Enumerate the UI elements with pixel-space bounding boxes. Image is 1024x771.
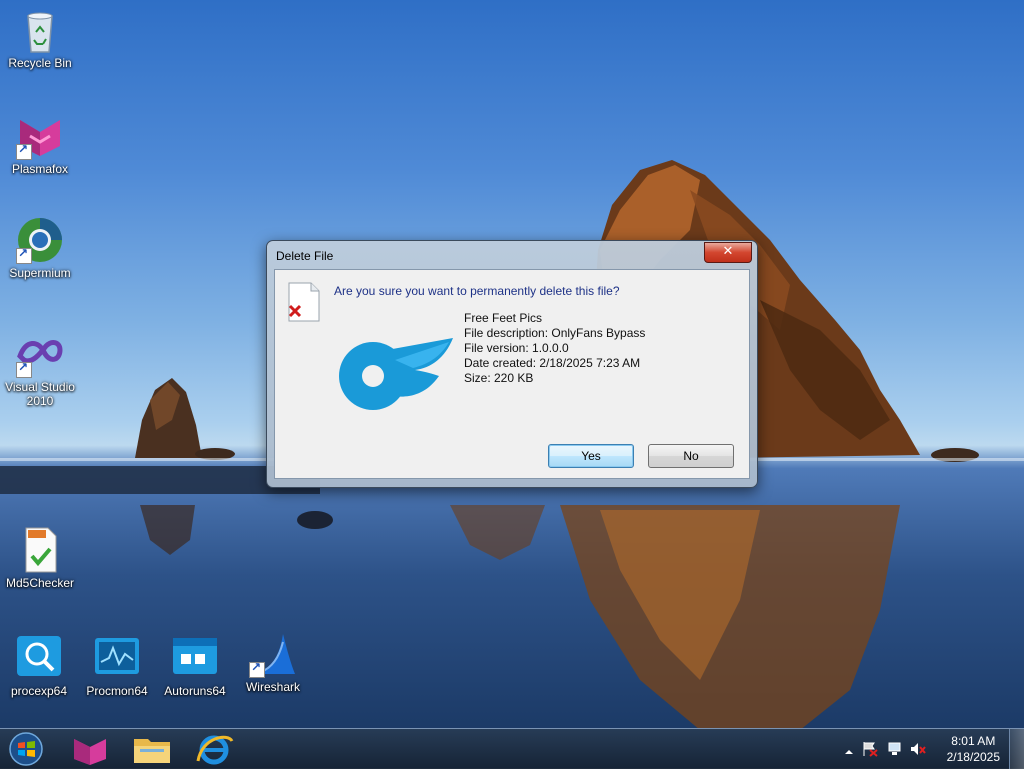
delete-file-dialog: Delete File ✕ Are you sure you want to p… [266, 240, 758, 488]
desktop-icon-visual-studio[interactable]: Visual Studio 2010 [0, 330, 80, 408]
yes-button[interactable]: Yes [548, 444, 634, 468]
file-size: Size: 220 KB [464, 371, 534, 385]
procmon-icon [93, 634, 141, 682]
file-description: File description: OnlyFans Bypass [464, 326, 646, 340]
taskbar: 8:01 AM 2/18/2025 [0, 728, 1024, 769]
shortcut-arrow-icon [16, 246, 32, 264]
taskbar-file-explorer[interactable] [128, 731, 176, 767]
desktop-icon-label: Wireshark [245, 680, 300, 694]
desktop-icon-label: Plasmafox [11, 162, 69, 176]
system-tray: 8:01 AM 2/18/2025 [834, 729, 1024, 769]
file-name: Free Feet Pics [464, 311, 543, 325]
md5checker-icon [16, 526, 64, 574]
show-hidden-icons-button[interactable] [844, 742, 854, 758]
chevron-up-icon [845, 750, 853, 754]
visual-studio-icon [16, 330, 64, 378]
delete-file-icon [287, 282, 321, 322]
dialog-titlebar[interactable]: Delete File ✕ [267, 241, 757, 269]
no-button[interactable]: No [648, 444, 734, 468]
desktop-icon-label: Procmon64 [86, 684, 148, 698]
supermium-icon [16, 216, 64, 264]
action-center-icon[interactable] [862, 741, 878, 757]
desktop-icon-label: Visual Studio 2010 [5, 380, 75, 408]
file-details: Free Feet Pics File description: OnlyFan… [464, 311, 645, 386]
desktop-icon-label: Autoruns64 [164, 684, 226, 698]
plasmafox-icon [16, 112, 64, 160]
desktop-icon-label: Md5Checker [5, 576, 75, 590]
volume-muted-icon[interactable] [910, 741, 926, 757]
file-explorer-icon [134, 739, 170, 763]
shortcut-arrow-icon [16, 360, 32, 378]
desktop-icon-label: procexp64 [10, 684, 68, 698]
desktop-icon-recycle-bin[interactable]: Recycle Bin [0, 6, 80, 70]
close-button[interactable]: ✕ [704, 242, 752, 263]
network-icon[interactable] [886, 741, 902, 757]
shortcut-arrow-icon [249, 660, 265, 678]
taskbar-plasmafox[interactable] [66, 731, 114, 767]
clock[interactable]: 8:01 AM 2/18/2025 [947, 733, 1000, 765]
desktop-icon-procexp64[interactable]: procexp64 [0, 634, 79, 698]
file-date-created: Date created: 2/18/2025 7:23 AM [464, 356, 641, 370]
desktop-icon-md5checker[interactable]: Md5Checker [0, 526, 80, 590]
internet-explorer-icon [196, 735, 234, 765]
confirmation-question: Are you sure you want to permanently del… [334, 284, 620, 298]
show-desktop-button[interactable] [1009, 729, 1024, 769]
desktop-icon-plasmafox[interactable]: Plasmafox [0, 112, 80, 176]
desktop-icon-wireshark[interactable]: Wireshark [233, 630, 313, 694]
start-button[interactable] [6, 731, 46, 767]
start-orb-icon [9, 732, 43, 766]
taskbar-internet-explorer[interactable] [190, 731, 238, 767]
clock-date: 2/18/2025 [946, 750, 1000, 764]
onlyfans-logo-icon [333, 326, 457, 418]
desktop-icon-supermium[interactable]: Supermium [0, 216, 80, 280]
desktop-icon-procmon64[interactable]: Procmon64 [77, 634, 157, 698]
shortcut-arrow-icon [16, 142, 32, 160]
desktop-icon-autoruns64[interactable]: Autoruns64 [155, 634, 235, 698]
desktop-icon-label: Supermium [9, 266, 71, 280]
wireshark-icon [249, 630, 297, 678]
plasmafox-icon [74, 739, 106, 765]
clock-time: 8:01 AM [951, 734, 996, 748]
file-version: File version: 1.0.0.0 [464, 341, 569, 355]
autoruns-icon [171, 634, 219, 682]
desktop-icon-label: Recycle Bin [8, 56, 72, 70]
procexp-icon [15, 634, 63, 682]
dialog-content: Are you sure you want to permanently del… [274, 269, 750, 479]
recycle-bin-icon [16, 6, 64, 54]
dialog-title: Delete File [276, 249, 334, 263]
